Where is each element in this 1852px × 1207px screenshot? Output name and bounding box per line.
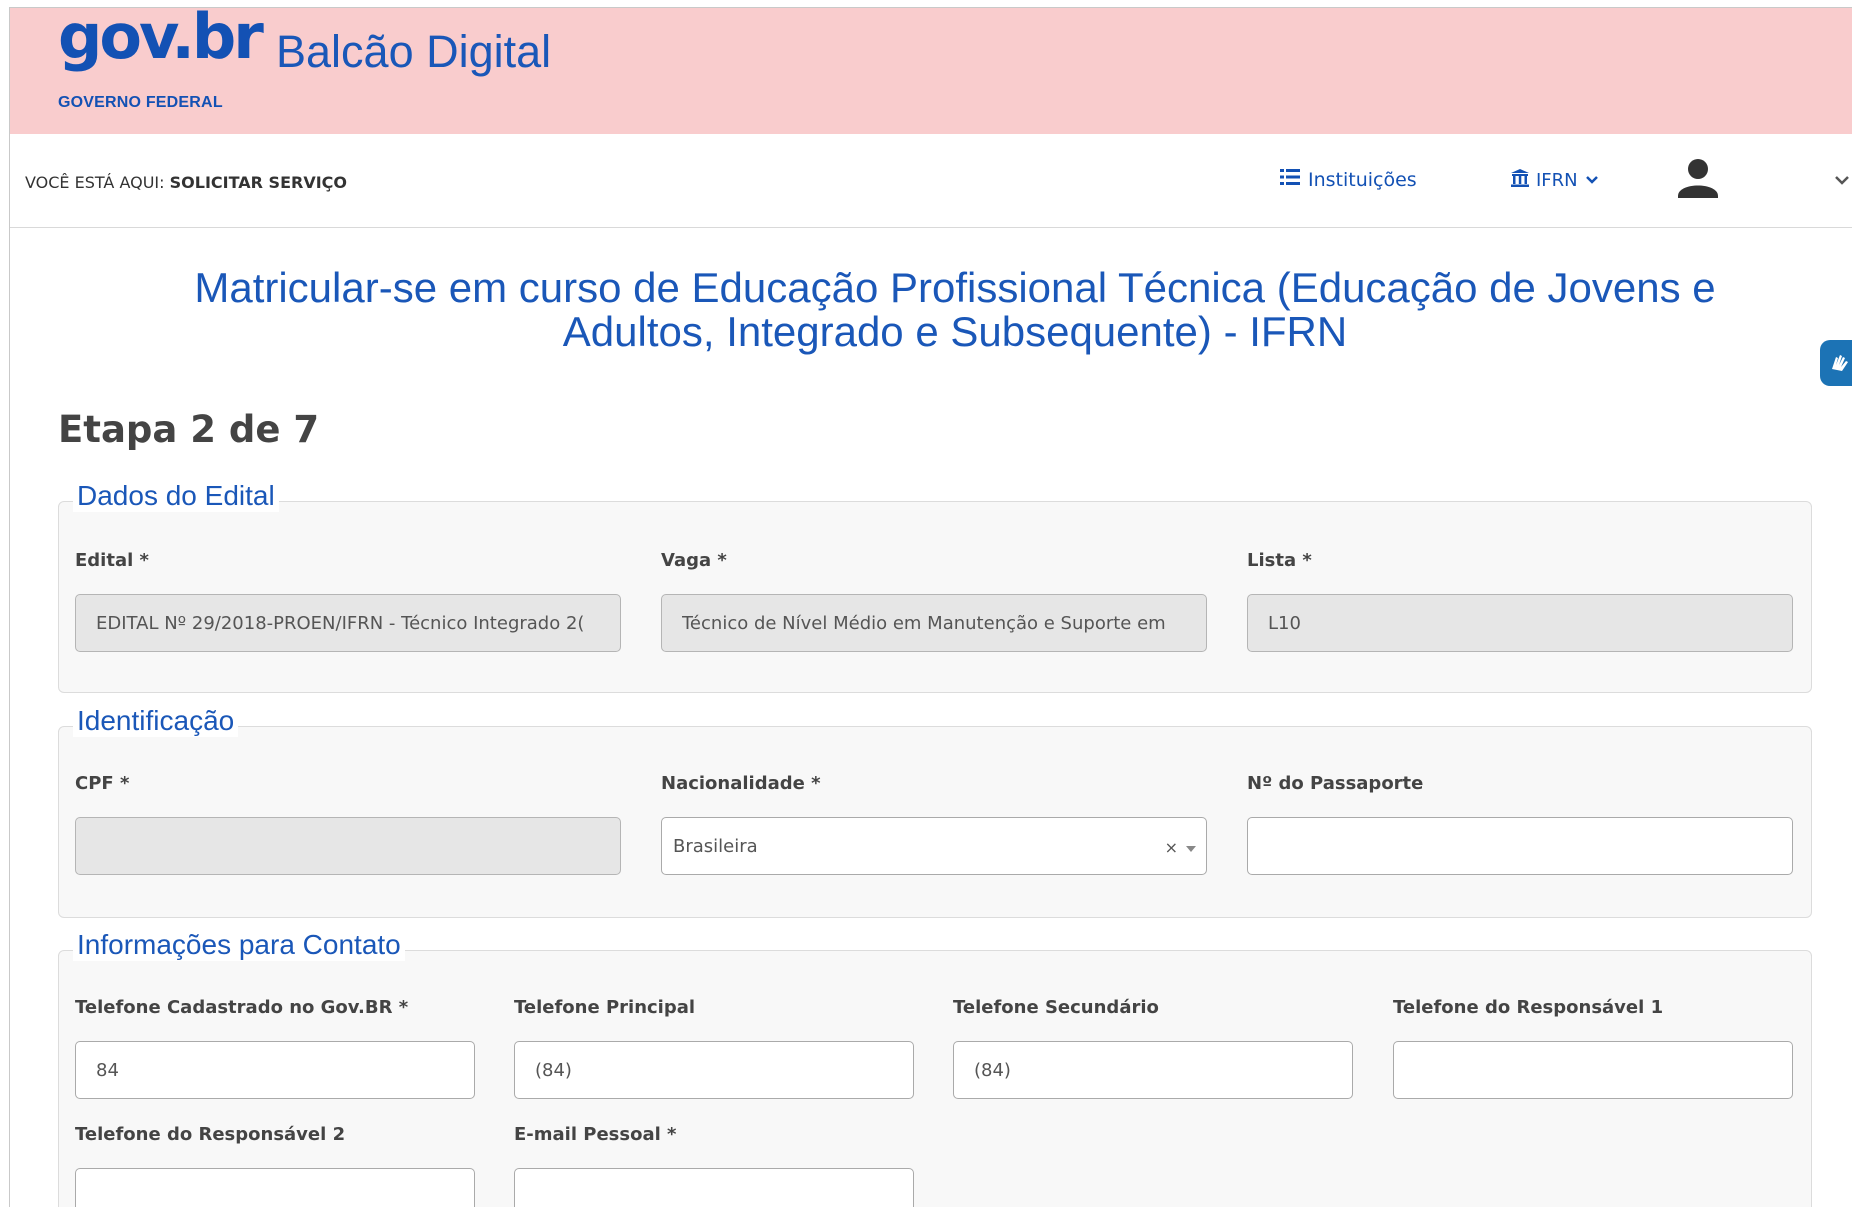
user-menu-chevron-icon[interactable]	[1832, 170, 1852, 190]
fieldset-identificacao: Identificação CPF * Nacionalidade * Bras…	[58, 705, 1812, 918]
nacionalidade-select[interactable]: Brasileira ×	[661, 817, 1207, 875]
org-dropdown[interactable]: IFRN	[1510, 168, 1600, 193]
browser-frame: gov.br GOVERNO FEDERAL Balcão Digital VO…	[9, 7, 1852, 1207]
edital-value: EDITAL Nº 29/2018-PROEN/IFRN - Técnico I…	[96, 612, 585, 634]
page-title-line1: Matricular-se em curso de Educação Profi…	[194, 264, 1716, 311]
field-nacionalidade: Nacionalidade * Brasileira ×	[661, 773, 1207, 875]
step-indicator: Etapa 2 de 7	[58, 408, 320, 451]
edital-input[interactable]: EDITAL Nº 29/2018-PROEN/IFRN - Técnico I…	[75, 594, 621, 652]
lista-value: L10	[1268, 612, 1301, 634]
field-tel-govbr: Telefone Cadastrado no Gov.BR * 84	[75, 997, 475, 1099]
select-controls: ×	[1165, 838, 1196, 857]
field-lista: Lista * L10	[1247, 550, 1793, 652]
institutions-label: Instituições	[1308, 168, 1417, 191]
page-title: Matricular-se em curso de Educação Profi…	[60, 266, 1850, 354]
field-passaporte: Nº do Passaporte	[1247, 773, 1793, 875]
page-title-line2: Adultos, Integrado e Subsequente) - IFRN	[562, 308, 1348, 355]
vaga-input[interactable]: Técnico de Nível Médio em Manutenção e S…	[661, 594, 1207, 652]
field-tel-secundario: Telefone Secundário (84)	[953, 997, 1353, 1099]
field-tel-resp2: Telefone do Responsável 2	[75, 1124, 475, 1207]
breadcrumb: VOCÊ ESTÁ AQUI: SOLICITAR SERVIÇO	[25, 173, 347, 192]
tel-govbr-label: Telefone Cadastrado no Gov.BR *	[75, 997, 409, 1018]
tel-resp1-label: Telefone do Responsável 1	[1393, 997, 1664, 1018]
email-label: E-mail Pessoal *	[514, 1124, 677, 1145]
lista-input[interactable]: L10	[1247, 594, 1793, 652]
field-cpf: CPF *	[75, 773, 621, 875]
field-tel-resp1: Telefone do Responsável 1	[1393, 997, 1793, 1099]
field-email: E-mail Pessoal *	[514, 1124, 914, 1207]
cpf-input[interactable]	[75, 817, 621, 875]
logo-subtitle: GOVERNO FEDERAL	[58, 94, 223, 111]
dropdown-arrow-icon[interactable]	[1186, 838, 1196, 857]
field-vaga: Vaga * Técnico de Nível Médio em Manuten…	[661, 550, 1207, 652]
org-label: IFRN	[1536, 170, 1578, 191]
email-input[interactable]	[514, 1168, 914, 1207]
vaga-label: Vaga *	[661, 550, 727, 571]
tel-secundario-input[interactable]: (84)	[953, 1041, 1353, 1099]
nacionalidade-label: Nacionalidade *	[661, 773, 821, 794]
breadcrumb-prefix: VOCÊ ESTÁ AQUI:	[25, 173, 170, 192]
field-edital: Edital * EDITAL Nº 29/2018-PROEN/IFRN - …	[75, 550, 621, 652]
passaporte-input[interactable]	[1247, 817, 1793, 875]
fieldset-contato: Informações para Contato Telefone Cadast…	[58, 929, 1812, 1207]
bank-icon	[1510, 168, 1530, 193]
field-tel-principal: Telefone Principal (84)	[514, 997, 914, 1099]
govbr-logo[interactable]: gov.br GOVERNO FEDERAL	[58, 7, 264, 118]
breadcrumb-bar: VOCÊ ESTÁ AQUI: SOLICITAR SERVIÇO Instit…	[10, 134, 1852, 228]
nacionalidade-value: Brasileira	[673, 835, 758, 857]
list-icon	[1280, 168, 1300, 191]
legend-identificacao: Identificação	[73, 705, 239, 737]
lista-label: Lista *	[1247, 550, 1312, 571]
tel-resp2-label: Telefone do Responsável 2	[75, 1124, 346, 1145]
tel-principal-label: Telefone Principal	[514, 997, 696, 1018]
tel-resp2-input[interactable]	[75, 1168, 475, 1207]
tel-principal-value: (84)	[535, 1059, 572, 1081]
tel-secundario-label: Telefone Secundário	[953, 997, 1159, 1018]
user-avatar-icon[interactable]	[1676, 156, 1720, 200]
tel-secundario-value: (84)	[974, 1059, 1011, 1081]
edital-label: Edital *	[75, 550, 149, 571]
legend-contato: Informações para Contato	[73, 929, 405, 961]
tel-principal-input[interactable]: (84)	[514, 1041, 914, 1099]
tel-resp1-input[interactable]	[1393, 1041, 1793, 1099]
passaporte-label: Nº do Passaporte	[1247, 773, 1424, 794]
clear-icon[interactable]: ×	[1165, 838, 1178, 857]
cpf-label: CPF *	[75, 773, 130, 794]
tel-govbr-input[interactable]: 84	[75, 1041, 475, 1099]
legend-edital: Dados do Edital	[73, 480, 279, 512]
logo-wordmark: gov.br	[58, 7, 264, 73]
app-title[interactable]: Balcão Digital	[276, 26, 551, 78]
vlibras-hands-icon[interactable]	[1820, 340, 1852, 386]
site-header: gov.br GOVERNO FEDERAL Balcão Digital	[10, 8, 1852, 134]
chevron-down-icon	[1584, 170, 1600, 191]
breadcrumb-current: SOLICITAR SERVIÇO	[169, 173, 347, 192]
tel-govbr-value: 84	[96, 1059, 119, 1081]
fieldset-edital: Dados do Edital Edital * EDITAL Nº 29/20…	[58, 480, 1812, 693]
vaga-value: Técnico de Nível Médio em Manutenção e S…	[682, 612, 1166, 634]
institutions-link[interactable]: Instituições	[1280, 168, 1417, 191]
